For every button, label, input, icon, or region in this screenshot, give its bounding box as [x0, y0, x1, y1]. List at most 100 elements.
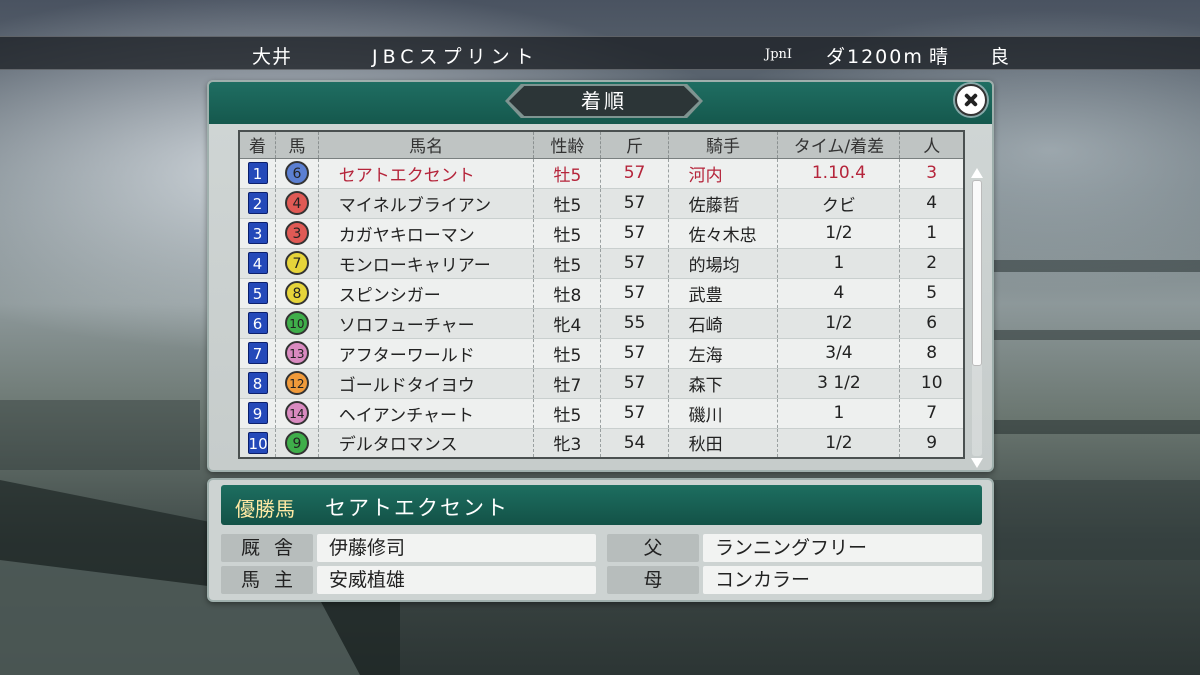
winner-name: セアトエクセント [325, 496, 509, 520]
horse-name: デルタロマンス [318, 428, 535, 459]
horse-name: マイネルブライアン [318, 188, 535, 219]
table-row[interactable]: 3 3 カガヤキローマン 牡5 57 佐々木忠 1/2 1 [239, 218, 965, 249]
popularity: 1 [899, 218, 965, 249]
sex-age: 牝3 [533, 428, 602, 459]
horse-name: ソロフューチャー [318, 308, 535, 339]
horse-number-cell: 13 [275, 338, 319, 369]
scroll-thumb[interactable] [972, 180, 982, 366]
table-row[interactable]: 9 14 ヘイアンチャート 牡5 57 磯川 1 7 [239, 398, 965, 429]
popularity: 2 [899, 248, 965, 279]
rank-badge: 8 [247, 372, 268, 394]
horse-number-badge: 6 [284, 161, 309, 185]
col-time-margin: タイム/着差 [777, 131, 901, 159]
rank-badge: 3 [247, 222, 268, 244]
horse-number-cell: 6 [275, 158, 319, 189]
jockey: 森下 [668, 368, 779, 399]
popularity: 3 [899, 158, 965, 189]
col-horse-number: 馬 [275, 131, 319, 159]
rank-badge: 10 [247, 431, 268, 454]
rank-cell: 4 [239, 248, 277, 279]
owner-row: 馬主 安威植雄 [221, 566, 596, 596]
weight: 57 [600, 218, 669, 249]
jockey: 武豊 [668, 278, 779, 309]
rank-cell: 2 [239, 188, 277, 219]
weather: 晴 [929, 46, 949, 68]
rank-cell: 1 [239, 158, 277, 189]
popularity: 8 [899, 338, 965, 369]
sex-age: 牡7 [533, 368, 602, 399]
horse-name: セアトエクセント [318, 158, 535, 189]
weight: 57 [600, 278, 669, 309]
horse-number-badge: 14 [284, 401, 309, 425]
scroll-track[interactable] [972, 180, 982, 456]
horse-name: スピンシガー [318, 278, 535, 309]
table-row[interactable]: 10 9 デルタロマンス 牝3 54 秋田 1/2 9 [239, 428, 965, 459]
table-row[interactable]: 5 8 スピンシガー 牡8 57 武豊 4 5 [239, 278, 965, 309]
horse-number-badge: 8 [284, 281, 309, 305]
weight: 57 [600, 368, 669, 399]
popularity: 5 [899, 278, 965, 309]
scroll-up-icon[interactable] [971, 168, 983, 178]
venue-name: 大井 [252, 46, 293, 68]
time-margin: 1.10.4 [777, 158, 901, 189]
dam-label: 母 [607, 566, 699, 594]
weight: 57 [600, 188, 669, 219]
table-row[interactable]: 7 13 アフターワールド 牡5 57 左海 3/4 8 [239, 338, 965, 369]
horse-number-badge: 12 [284, 371, 309, 395]
sex-age: 牡5 [533, 218, 602, 249]
rank-badge: 4 [247, 252, 268, 274]
track-condition: 良 [990, 46, 1010, 68]
col-rank: 着 [239, 131, 277, 159]
table-row[interactable]: 4 7 モンローキャリアー 牡5 57 的場均 1 2 [239, 248, 965, 279]
weight: 57 [600, 248, 669, 279]
rank-cell: 7 [239, 338, 277, 369]
time-margin: 1/2 [777, 428, 901, 459]
rank-cell: 5 [239, 278, 277, 309]
horse-number-badge: 9 [284, 430, 309, 455]
table-row[interactable]: 8 12 ゴールドタイヨウ 牡7 57 森下 3 1/2 10 [239, 368, 965, 399]
rank-cell: 3 [239, 218, 277, 249]
results-table: 着 馬 馬名 性齢 斤 騎手 タイム/着差 人 1 6 セアトエクセント 牡5 57 河内… [238, 130, 965, 459]
table-row[interactable]: 6 10 ソロフューチャー 牝4 55 石崎 1/2 6 [239, 308, 965, 339]
time-margin: 1/2 [777, 308, 901, 339]
rank-cell: 8 [239, 368, 277, 399]
jockey: 佐々木忠 [668, 218, 779, 249]
horse-name: ヘイアンチャート [318, 398, 535, 429]
race-distance: ダ1200m [826, 46, 924, 68]
close-button[interactable] [955, 84, 987, 116]
horse-number-badge: 7 [284, 251, 309, 275]
stable-label: 厩舎 [221, 534, 313, 562]
weight: 57 [600, 398, 669, 429]
weight: 57 [600, 158, 669, 189]
race-grade: JpnⅠ [765, 47, 793, 62]
horse-number-badge: 13 [284, 341, 309, 365]
horse-number-cell: 14 [275, 398, 319, 429]
popularity: 9 [899, 428, 965, 459]
stable-row: 厩舎 伊藤修司 [221, 534, 596, 564]
rank-badge: 5 [247, 282, 268, 304]
rank-badge: 2 [247, 192, 268, 214]
sex-age: 牡5 [533, 338, 602, 369]
results-title: 着順 [509, 86, 699, 116]
jockey: 石崎 [668, 308, 779, 339]
horse-number-cell: 12 [275, 368, 319, 399]
jockey: 左海 [668, 338, 779, 369]
jockey: 河内 [668, 158, 779, 189]
sire-label: 父 [607, 534, 699, 562]
time-margin: 1 [777, 248, 901, 279]
rank-cell: 9 [239, 398, 277, 429]
results-scrollbar[interactable] [969, 168, 985, 468]
col-weight: 斤 [600, 131, 669, 159]
time-margin: 3/4 [777, 338, 901, 369]
table-row[interactable]: 1 6 セアトエクセント 牡5 57 河内 1.10.4 3 [239, 158, 965, 189]
popularity: 7 [899, 398, 965, 429]
table-row[interactable]: 2 4 マイネルブライアン 牡5 57 佐藤哲 クビ 4 [239, 188, 965, 219]
scroll-down-icon[interactable] [971, 458, 983, 468]
weight: 55 [600, 308, 669, 339]
results-panel: 着順 着 馬 馬名 性齢 斤 騎手 タイム/着差 人 1 6 セアトエクセント 牡5 5… [207, 80, 994, 472]
horse-name: アフターワールド [318, 338, 535, 369]
dam-row: 母 コンカラー [607, 566, 982, 596]
sire-row: 父 ランニングフリー [607, 534, 982, 564]
dam-value: コンカラー [703, 566, 982, 594]
horse-number-badge: 10 [284, 311, 309, 335]
